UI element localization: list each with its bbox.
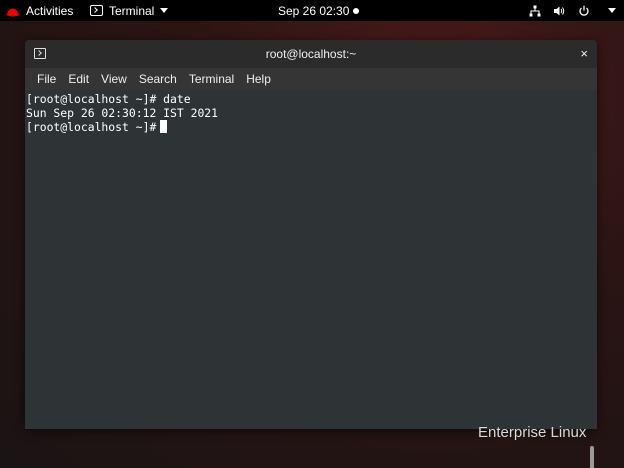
close-button[interactable]: ×	[580, 46, 588, 61]
app-menu[interactable]: Terminal	[90, 0, 169, 21]
system-status-menu[interactable]	[529, 0, 616, 21]
scrollbar-thumb[interactable]	[590, 446, 594, 468]
window-title: root@localhost:~	[265, 47, 357, 61]
top-bar: Activities Terminal Sep 26 02:30	[0, 0, 624, 21]
redhat-logo-icon	[6, 6, 20, 17]
desktop-brand-text: Enterprise Linux	[478, 424, 587, 441]
terminal-output[interactable]: [root@localhost ~]# date Sun Sep 26 02:3…	[25, 90, 597, 468]
terminal-prompt-line: [root@localhost ~]#	[26, 120, 596, 134]
clock-button[interactable]: Sep 26 02:30	[278, 0, 360, 21]
menu-edit[interactable]: Edit	[62, 72, 95, 86]
power-icon	[578, 5, 590, 17]
volume-icon	[553, 5, 566, 17]
network-icon	[529, 5, 541, 17]
menu-search[interactable]: Search	[133, 72, 183, 86]
app-menu-label: Terminal	[109, 3, 155, 18]
activities-button[interactable]: Activities	[6, 0, 73, 21]
menu-terminal[interactable]: Terminal	[183, 72, 240, 86]
menu-view[interactable]: View	[95, 72, 133, 86]
notification-dot-icon	[353, 7, 360, 14]
terminal-line: [root@localhost ~]# date	[26, 92, 191, 106]
menu-bar: File Edit View Search Terminal Help	[25, 68, 597, 90]
menu-file[interactable]: File	[31, 72, 62, 86]
window-titlebar[interactable]: root@localhost:~ ×	[25, 40, 597, 68]
terminal-line: Sun Sep 26 02:30:12 IST 2021	[26, 106, 219, 120]
terminal-window: root@localhost:~ × File Edit View Search…	[25, 40, 597, 468]
terminal-prompt: [root@localhost ~]#	[26, 120, 157, 134]
terminal-window-icon[interactable]	[34, 48, 46, 59]
chevron-down-icon	[160, 8, 169, 13]
terminal-app-icon	[90, 5, 103, 16]
clock-label: Sep 26 02:30	[278, 3, 350, 18]
chevron-down-icon	[608, 8, 616, 13]
menu-help[interactable]: Help	[240, 72, 277, 86]
activities-label: Activities	[26, 3, 74, 18]
text-cursor	[160, 120, 168, 133]
